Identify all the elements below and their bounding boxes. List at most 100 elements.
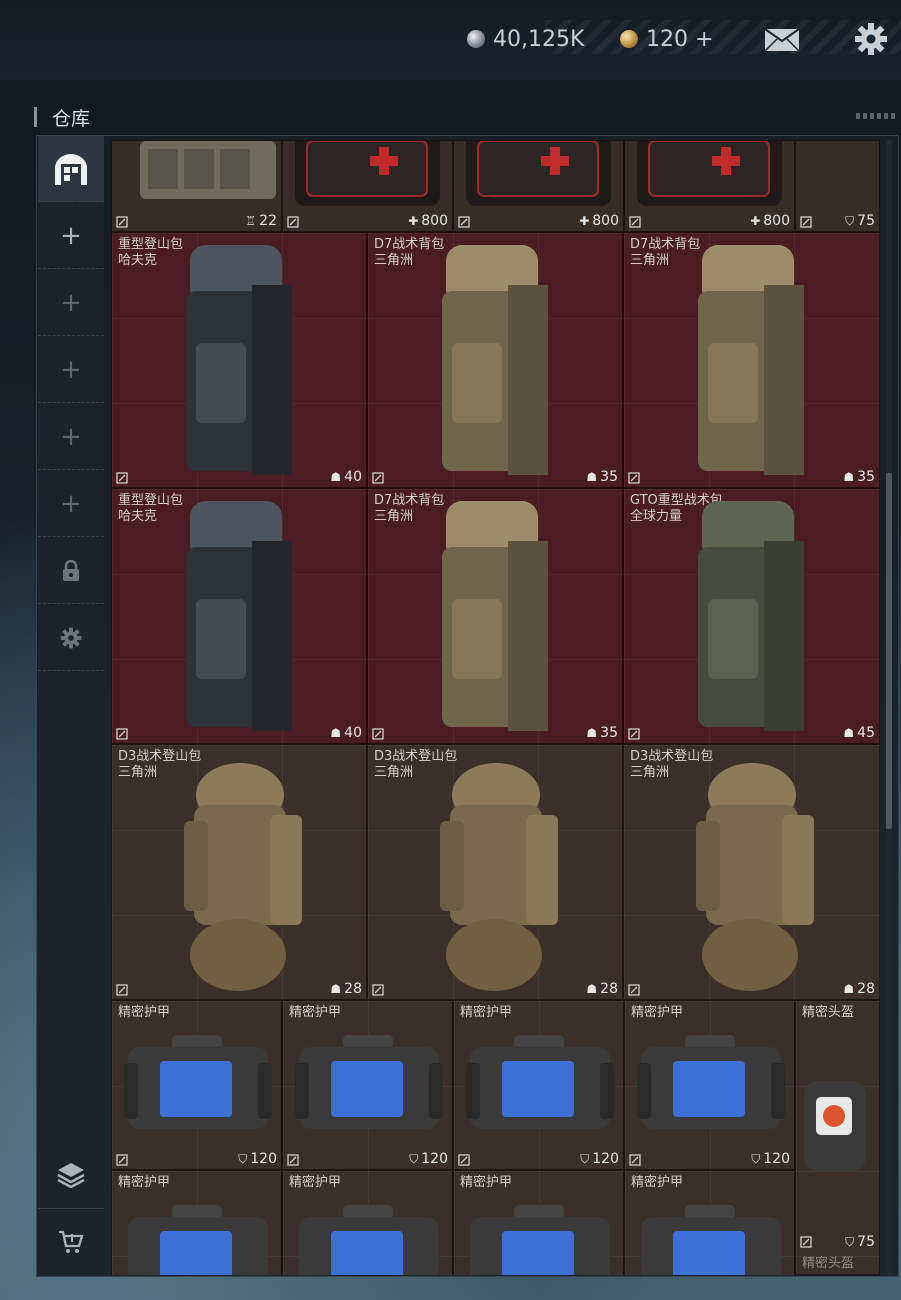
tag-icon (287, 216, 299, 228)
item-stat: ✚ 800 (579, 213, 619, 229)
item-stat: ☗ 28 (586, 981, 618, 997)
sidebar-tab-warehouse[interactable] (38, 136, 104, 202)
sidebar-add-slot-1[interactable]: + (38, 203, 104, 269)
item-slot[interactable]: D7战术背包 三角洲 ☗ 35 (367, 232, 623, 488)
armor-case-image (470, 1205, 610, 1275)
tag-icon (287, 1154, 299, 1166)
tag-icon (800, 1236, 812, 1248)
settings-gear-icon[interactable] (854, 22, 888, 56)
tag-icon (628, 984, 640, 996)
top-bar: 40,125K 120 + (0, 0, 901, 80)
shield-icon: ⛉ (845, 1234, 855, 1249)
item-stat: ⛉ 120 (238, 1151, 277, 1167)
item-slot[interactable]: D3战术登山包 三角洲 ☗ 28 (623, 744, 880, 1000)
backpack-image (698, 501, 804, 731)
capacity-icon: ☗ (330, 470, 342, 484)
item-slot[interactable]: 精密护甲 (453, 1170, 624, 1275)
item-stat: ☗ 40 (330, 469, 362, 485)
tag-icon (629, 1154, 641, 1166)
armor-case-image (128, 1205, 268, 1275)
item-slot[interactable]: ♖ 22 (111, 140, 282, 232)
warehouse-header: 仓库 (34, 104, 90, 130)
plus-icon: + (60, 287, 82, 318)
backpack-image (186, 245, 292, 475)
silver-currency[interactable]: 40,125K (467, 24, 584, 54)
item-slot[interactable]: D3战术登山包 三角洲 ☗ 28 (111, 744, 367, 1000)
shield-icon: ⛉ (751, 1151, 761, 1166)
item-stat: ⛉ 75 (845, 213, 875, 229)
tag-icon (628, 472, 640, 484)
tag-icon (629, 216, 641, 228)
item-slot[interactable]: 精密头盔 ⛉ 75 精密头盔 (795, 1000, 880, 1275)
item-slot[interactable]: GTO重型战术包 全球力量 ☗ 45 (623, 488, 880, 744)
item-stat: ⛉ 120 (409, 1151, 448, 1167)
item-slot[interactable]: 重型登山包 哈夫克 ☗ 40 (111, 232, 367, 488)
backpack-image (184, 763, 302, 991)
ammo-icon: ♖ (245, 214, 257, 228)
backpack-image (442, 245, 548, 475)
armor-case-image (466, 1035, 614, 1129)
item-stat: ☗ 28 (330, 981, 362, 997)
item-stat: ☗ 35 (843, 469, 875, 485)
silver-coin-icon (467, 30, 485, 48)
item-slot[interactable]: 精密护甲 ⛉ 120 (282, 1000, 453, 1170)
tag-icon (372, 728, 384, 740)
item-slot[interactable]: D7战术背包 三角洲 ☗ 35 (367, 488, 623, 744)
item-slot[interactable]: 精密护甲 (282, 1170, 453, 1275)
sidebar-settings[interactable] (38, 605, 104, 671)
backpack-image (698, 245, 804, 475)
plus-icon: ✚ (750, 214, 761, 228)
item-stat: ☗ 35 (586, 725, 618, 741)
tag-icon (800, 216, 812, 228)
plus-icon: + (60, 421, 82, 452)
sidebar-layers-button[interactable] (38, 1142, 104, 1208)
tag-icon (116, 1154, 128, 1166)
item-slot[interactable]: 精密护甲 ⛉ 120 (624, 1000, 795, 1170)
armor-case-image (637, 1035, 785, 1129)
top-bar-decoration (545, 20, 901, 54)
capacity-icon: ☗ (586, 470, 598, 484)
item-name: 精密头盔 (802, 1256, 855, 1271)
item-slot[interactable]: ⛉ 75 (795, 140, 880, 232)
item-stat: ⛉ 120 (751, 1151, 790, 1167)
gold-currency[interactable]: 120 + (620, 24, 713, 54)
item-slot[interactable]: 精密护甲 (624, 1170, 795, 1275)
tag-icon (116, 472, 128, 484)
warehouse-icon (55, 153, 87, 185)
plus-icon: + (60, 488, 82, 519)
title-accent-bar (34, 107, 37, 127)
sidebar-add-slot-4[interactable]: + (38, 404, 104, 470)
sidebar-add-slot-3[interactable]: + (38, 337, 104, 403)
grid-scrollbar-thumb[interactable] (886, 473, 892, 829)
sidebar-add-slot-2[interactable]: + (38, 270, 104, 336)
capacity-icon: ☗ (330, 726, 342, 740)
armor-case-image (299, 1205, 439, 1275)
warehouse-grid: ♖ 22 ✚ 800 ✚ 800 ✚ 800 ⛉ 75 重型登山包 哈夫克 ☗ … (111, 140, 880, 1275)
capacity-icon: ☗ (843, 470, 855, 484)
item-slot[interactable]: ✚ 800 (282, 140, 453, 232)
item-name: 精密头盔 (802, 1005, 855, 1020)
item-slot[interactable]: 重型登山包 哈夫克 ☗ 40 (111, 488, 367, 744)
shield-icon: ⛉ (845, 213, 855, 228)
item-slot[interactable]: ✚ 800 (624, 140, 795, 232)
item-slot[interactable]: 精密护甲 ⛉ 120 (453, 1000, 624, 1170)
page-title: 仓库 (52, 107, 91, 130)
lock-icon (63, 559, 79, 581)
sidebar-add-slot-5[interactable]: + (38, 471, 104, 537)
warehouse-sidebar: + + + + + (38, 136, 104, 1275)
item-slot[interactable]: 精密护甲 ⛉ 120 (111, 1000, 282, 1170)
item-slot[interactable]: ✚ 800 (453, 140, 624, 232)
capacity-icon: ☗ (586, 982, 598, 996)
item-slot[interactable]: D7战术背包 三角洲 ☗ 35 (623, 232, 880, 488)
sidebar-locked-slot[interactable] (38, 538, 104, 604)
backpack-image (186, 501, 292, 731)
mail-icon[interactable] (764, 28, 800, 52)
backpack-image (440, 763, 558, 991)
tag-icon (372, 472, 384, 484)
capacity-icon: ☗ (843, 982, 855, 996)
item-slot[interactable]: D3战术登山包 三角洲 ☗ 28 (367, 744, 623, 1000)
item-slot[interactable]: 精密护甲 (111, 1170, 282, 1275)
capacity-icon: ☗ (330, 982, 342, 996)
sidebar-sell-button[interactable] (38, 1209, 104, 1275)
gold-coin-icon (620, 30, 638, 48)
